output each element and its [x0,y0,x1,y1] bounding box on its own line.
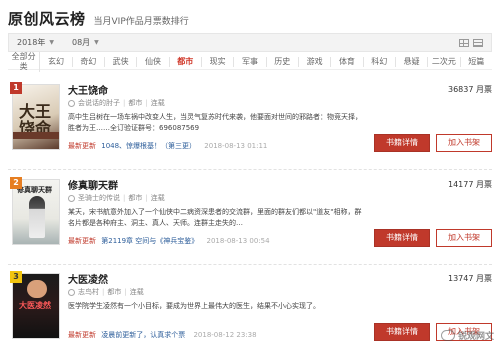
book-detail-button[interactable]: 书籍详情 [374,323,430,341]
category-tab[interactable]: 玄幻 [40,56,73,67]
user-icon [68,194,75,202]
cover-decoration [13,132,59,139]
category-bar: 全部分类 玄幻 奇幻 武侠 仙侠 都市 现实 军事 历史 游戏 体育 科幻 悬疑… [8,51,492,72]
user-icon [68,99,75,107]
update-time: 2018-08-13 00:54 [206,237,270,245]
chevron-down-icon: ▼ [49,39,54,46]
meta-divider: | [124,288,127,296]
update-chapter-link[interactable]: 凌晨前更新了，认真求个票 [101,331,185,339]
category-tab[interactable]: 武侠 [105,56,138,67]
update-chapter-link[interactable]: 第2119章 空间与《神兵宝鉴》 [101,237,198,245]
update-chapter-link[interactable]: 1048、惊爆根基！（第三更） [101,142,196,150]
category-tab[interactable]: 二次元 [428,56,461,67]
book-list-item: 1 大王饶命 大王饶命 会说话的肘子 | 都市 | 连载 高中生吕树在一场车祸中… [8,80,492,170]
author-name[interactable]: 圣骑士的传说 [78,193,120,203]
book-status: 连载 [150,194,165,202]
book-detail-button[interactable]: 书籍详情 [374,229,430,247]
book-title[interactable]: 大医凌然 [68,271,368,286]
book-list-item: 2 修真聊天群 修真聊天群 圣骑士的传说 | 都市 | 连载 某天，宋书航意外加… [8,175,492,265]
cover-figure [27,280,47,298]
year-select[interactable]: 2018年 ▼ [17,37,54,48]
book-meta: 圣骑士的传说 | 都市 | 连载 [68,193,368,203]
category-tab[interactable]: 历史 [267,56,299,67]
meta-divider: | [145,194,148,202]
meta-divider: | [145,99,148,107]
category-tab[interactable]: 奇幻 [73,56,105,67]
update-time: 2018-08-13 01:11 [204,142,268,150]
filter-bar: 2018年 ▼ 08月 ▼ [8,33,492,52]
update-label: 最新更新 [68,331,96,339]
latest-update: 最新更新 凌晨前更新了，认真求个票 2018-08-12 23:38 [68,330,368,340]
book-category[interactable]: 都市 [107,287,121,297]
month-select-value: 08月 [71,38,91,47]
grid-view-icon[interactable] [459,38,469,47]
page-header: 原创风云榜 当月VIP作品月票数排行 [8,8,189,28]
cover-title: 大医凌然 [19,300,51,310]
rank-badge: 2 [10,177,22,189]
wechat-icon [440,330,455,341]
cover-title: 修真聊天群 [17,185,52,194]
update-label: 最新更新 [68,237,96,245]
category-tab-active[interactable]: 都市 [170,56,202,67]
category-tab[interactable]: 军事 [234,56,267,67]
book-description: 某天，宋书航意外加入了一个仙侠中二病资深患者的交流群，里面的群友们都以"道友"相… [68,208,362,227]
watermark-text: 锐观网文 [457,332,494,342]
book-status: 连载 [150,99,165,107]
category-tab[interactable]: 科幻 [364,56,396,67]
row-divider [8,264,492,265]
category-tab[interactable]: 短篇 [461,57,492,67]
monthly-votes: 14177 月票 [448,180,492,189]
category-tab[interactable]: 悬疑 [396,56,429,67]
book-title[interactable]: 修真聊天群 [68,177,368,192]
latest-update: 最新更新 1048、惊爆根基！（第三更） 2018-08-13 01:11 [68,141,368,151]
book-category[interactable]: 都市 [128,98,142,108]
book-category[interactable]: 都市 [128,193,142,203]
book-detail-button[interactable]: 书籍详情 [374,134,430,152]
book-actions: 书籍详情 加入书架 [374,229,492,247]
month-select[interactable]: 08月 ▼ [72,37,99,48]
year-select-value: 2018年 [17,38,46,47]
update-time: 2018-08-12 23:38 [193,331,257,339]
add-to-shelf-button[interactable]: 加入书架 [436,229,492,247]
book-list-item: 3 大医凌然 大医凌然 志鸟村 | 都市 | 连载 医学院学生凌然有一个小目标，… [8,269,492,353]
book-actions: 书籍详情 加入书架 [374,134,492,152]
book-description: 医学院学生凌然有一个小目标，要成为世界上最伟大的医生，结果不小心实现了。 [68,302,320,310]
category-tab[interactable]: 体育 [331,56,364,67]
cover-figure [29,196,45,238]
latest-update: 最新更新 第2119章 空间与《神兵宝鉴》 2018-08-13 00:54 [68,236,368,246]
rank-badge: 1 [10,82,22,94]
book-info: 大王饶命 会说话的肘子 | 都市 | 连载 高中生吕树在一场车祸中改变人生，当灵… [68,82,368,151]
monthly-votes: 13747 月票 [448,274,492,283]
update-label: 最新更新 [68,142,96,150]
author-name[interactable]: 会说话的肘子 [78,98,120,108]
rank-badge: 3 [10,271,22,283]
monthly-votes: 36837 月票 [448,85,492,94]
row-divider [8,169,492,170]
meta-divider: | [123,99,126,107]
category-tab[interactable]: 仙侠 [137,56,170,67]
book-info: 修真聊天群 圣骑士的传说 | 都市 | 连载 某天，宋书航意外加入了一个仙侠中二… [68,177,368,246]
author-name[interactable]: 志鸟村 [78,287,99,297]
book-meta: 志鸟村 | 都市 | 连载 [68,287,368,297]
list-view-icon[interactable] [473,38,483,47]
user-icon [68,288,75,296]
category-tab[interactable]: 现实 [202,56,235,67]
book-meta: 会说话的肘子 | 都市 | 连载 [68,98,368,108]
category-tab[interactable]: 全部分类 [8,51,41,72]
watermark: 锐观网文 [440,329,494,342]
book-status: 连载 [129,288,144,296]
page-title: 原创风云榜 [8,10,86,28]
view-toggle [459,38,483,47]
book-info: 大医凌然 志鸟村 | 都市 | 连载 医学院学生凌然有一个小目标，要成为世界上最… [68,271,368,340]
add-to-shelf-button[interactable]: 加入书架 [436,134,492,152]
meta-divider: | [102,288,105,296]
chevron-down-icon: ▼ [94,39,99,46]
page-subtitle: 当月VIP作品月票数排行 [93,17,189,27]
category-tab[interactable]: 游戏 [299,56,332,67]
book-description: 高中生吕树在一场车祸中改变人生，当灵气复苏时代来袭，他要面对世间的邪路者：物竞天… [68,113,362,132]
meta-divider: | [123,194,126,202]
book-title[interactable]: 大王饶命 [68,82,368,97]
